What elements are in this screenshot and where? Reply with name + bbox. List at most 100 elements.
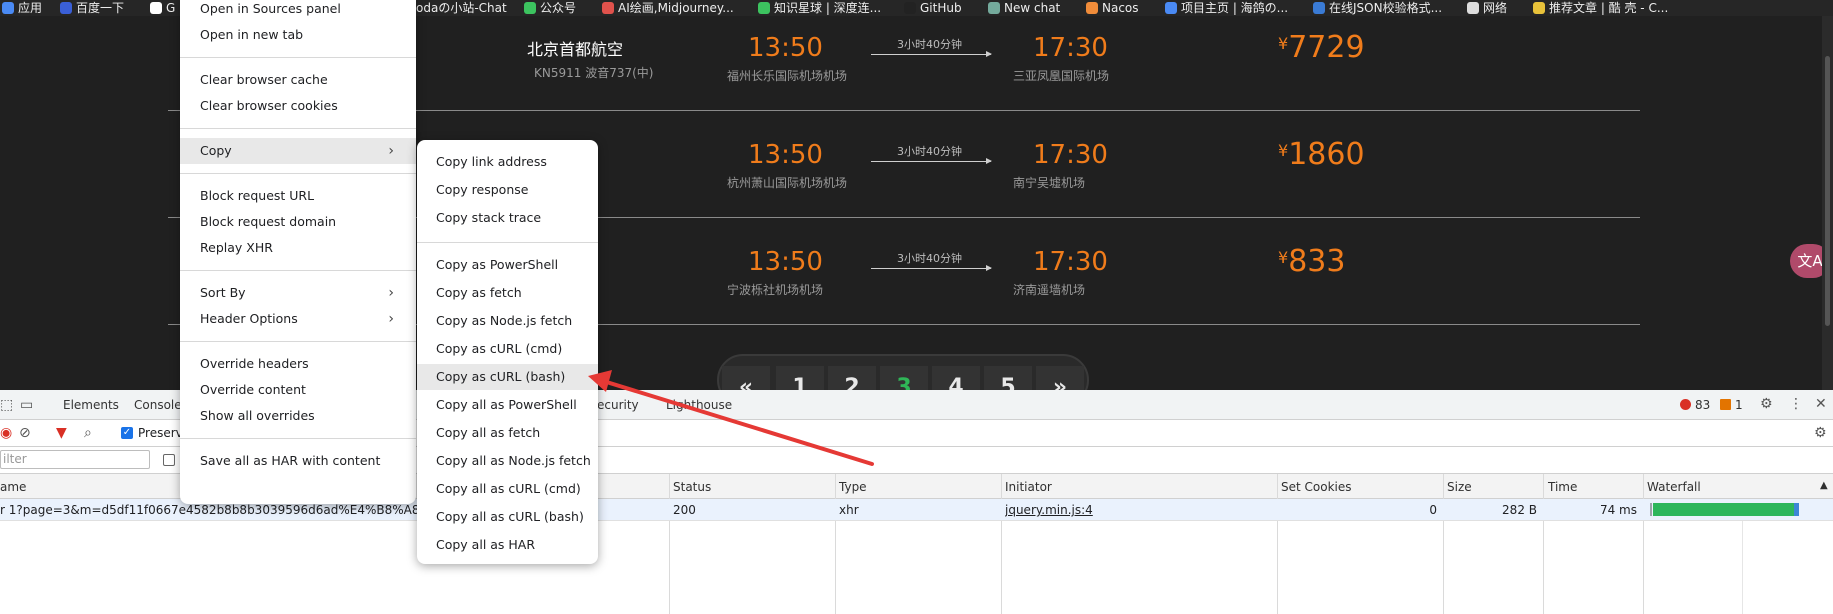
bookmark-item[interactable]: 项目主页 | 海鸽の... — [1165, 0, 1288, 16]
currency-symbol: ¥ — [1278, 34, 1289, 53]
menu-item-copy-response[interactable]: Copy response — [417, 177, 598, 203]
bookmark-item[interactable]: 知识星球 | 深度连... — [758, 0, 881, 16]
bookmark-item[interactable]: 百度一下 — [60, 0, 124, 16]
bookmark-favicon-icon — [1086, 2, 1098, 14]
menu-item-clear-browser-cookies[interactable]: Clear browser cookies — [180, 93, 416, 119]
page-next-button[interactable]: » — [1036, 366, 1084, 390]
bookmark-item[interactable]: 网络 — [1467, 0, 1507, 16]
col-status[interactable]: Status — [673, 480, 711, 494]
menu-item-copy-as-curl-bash[interactable]: Copy as cURL (bash) — [417, 364, 598, 390]
bookmark-label: Nacos — [1102, 1, 1139, 15]
menu-item-open-in-sources-panel[interactable]: Open in Sources panel — [180, 0, 416, 22]
flight-price[interactable]: ¥1860 — [1278, 137, 1365, 172]
menu-item-label: Override headers — [200, 356, 309, 371]
clear-log-icon[interactable]: ⊘ — [19, 426, 31, 440]
search-icon[interactable]: ⌕ — [84, 426, 92, 440]
page-button-4[interactable]: 4 — [932, 366, 980, 390]
currency-symbol: ¥ — [1278, 141, 1289, 160]
page-scrollbar-thumb[interactable] — [1825, 56, 1830, 326]
col-type[interactable]: Type — [839, 480, 867, 494]
menu-item-header-options[interactable]: Header Options › — [180, 306, 416, 332]
page-button-5[interactable]: 5 — [984, 366, 1032, 390]
bookmark-item[interactable]: odaの小站-Chat — [400, 0, 507, 16]
menu-item-copy-all-as-node-js-fetch[interactable]: Copy all as Node.js fetch — [417, 448, 598, 474]
inspect-element-icon[interactable]: ⬚ — [0, 398, 13, 412]
menu-item-override-content[interactable]: Override content — [180, 377, 416, 403]
menu-item-clear-browser-cache[interactable]: Clear browser cache — [180, 67, 416, 93]
menu-item-copy-all-as-curl-cmd[interactable]: Copy all as cURL (cmd) — [417, 476, 598, 502]
currency-symbol: ¥ — [1278, 248, 1289, 267]
menu-item-label: Copy all as cURL (cmd) — [436, 481, 581, 496]
col-set-cookies[interactable]: Set Cookies — [1281, 480, 1352, 494]
menu-item-block-request-url[interactable]: Block request URL — [180, 183, 416, 209]
col-name[interactable]: ame — [0, 480, 26, 494]
flight-price[interactable]: ¥833 — [1278, 244, 1345, 279]
sort-up-icon[interactable]: ▲ — [1820, 480, 1828, 491]
menu-item-copy-all-as-fetch[interactable]: Copy all as fetch — [417, 420, 598, 446]
page-button-2[interactable]: 2 — [828, 366, 876, 390]
bookmark-favicon-icon — [60, 2, 72, 14]
filter-input[interactable]: ilter — [0, 450, 150, 469]
menu-item-save-all-as-har-with-content[interactable]: Save all as HAR with content — [180, 448, 416, 474]
col-waterfall[interactable]: Waterfall — [1647, 480, 1701, 494]
menu-item-copy-as-powershell[interactable]: Copy as PowerShell — [417, 252, 598, 278]
menu-item-copy-all-as-curl-bash[interactable]: Copy all as cURL (bash) — [417, 504, 598, 530]
menu-item-show-all-overrides[interactable]: Show all overrides — [180, 403, 416, 429]
menu-item-override-headers[interactable]: Override headers — [180, 351, 416, 377]
bookmark-label: 知识星球 | 深度连... — [774, 1, 882, 15]
request-initiator-link[interactable]: jquery.min.js:4 — [1005, 503, 1093, 517]
network-settings-icon[interactable]: ⚙ — [1814, 426, 1827, 440]
device-toolbar-icon[interactable]: ▭ — [20, 398, 33, 412]
bookmark-item[interactable]: New chat — [988, 0, 1060, 16]
record-stop-icon[interactable]: ◉ — [0, 426, 12, 440]
preserve-log-checkbox[interactable]: ✓ — [121, 427, 133, 439]
duration-arrow — [871, 158, 992, 164]
close-devtools-icon[interactable]: ✕ — [1815, 397, 1827, 411]
col-time[interactable]: Time — [1548, 480, 1577, 494]
bookmark-item[interactable]: G — [150, 0, 175, 16]
invert-checkbox[interactable] — [163, 454, 175, 466]
menu-item-copy-as-node-js-fetch[interactable]: Copy as Node.js fetch — [417, 308, 598, 334]
menu-item-copy-all-as-har[interactable]: Copy all as HAR — [417, 532, 598, 558]
tab-console[interactable]: Console — [134, 398, 182, 412]
menu-item-replay-xhr[interactable]: Replay XHR — [180, 235, 416, 261]
bookmark-item[interactable]: 在线JSON校验格式... — [1313, 0, 1442, 16]
bookmark-item[interactable]: 应用 — [2, 0, 42, 16]
menu-item-open-in-new-tab[interactable]: Open in new tab — [180, 22, 416, 48]
menu-item-copy-as-curl-cmd[interactable]: Copy as cURL (cmd) — [417, 336, 598, 362]
page-prev-button[interactable]: « — [722, 366, 770, 390]
col-size[interactable]: Size — [1447, 480, 1472, 494]
menu-item-copy-stack-trace[interactable]: Copy stack trace — [417, 205, 598, 231]
menu-item-label: Copy all as cURL (bash) — [436, 509, 584, 524]
menu-item-copy[interactable]: Copy › — [180, 138, 416, 164]
error-count-badge[interactable]: 83 — [1680, 398, 1710, 412]
flight-price[interactable]: ¥7729 — [1278, 30, 1365, 65]
bookmark-item[interactable]: 公众号 — [524, 0, 576, 16]
tab-security[interactable]: ecurity — [597, 398, 639, 412]
menu-item-copy-link-address[interactable]: Copy link address — [417, 149, 598, 175]
flight-duration: 3小时40分钟 — [897, 38, 962, 51]
menu-item-copy-all-as-powershell[interactable]: Copy all as PowerShell — [417, 392, 598, 418]
waterfall-download-bar — [1794, 503, 1799, 516]
bookmark-item[interactable]: 推荐文章 | 酷 壳 - C... — [1533, 0, 1668, 16]
page-button-3[interactable]: 3 — [880, 366, 928, 390]
menu-item-block-request-domain[interactable]: Block request domain — [180, 209, 416, 235]
menu-item-copy-as-fetch[interactable]: Copy as fetch — [417, 280, 598, 306]
bookmark-item[interactable]: Nacos — [1086, 0, 1139, 16]
more-options-icon[interactable]: ⋮ — [1789, 397, 1803, 411]
page-button-1[interactable]: 1 — [776, 366, 824, 390]
arrival-time: 17:30 — [1033, 33, 1108, 63]
col-initiator[interactable]: Initiator — [1005, 480, 1052, 494]
tab-elements[interactable]: Elements — [63, 398, 119, 412]
filter-icon[interactable]: ▼ — [56, 426, 67, 440]
menu-item-sort-by[interactable]: Sort By › — [180, 280, 416, 306]
settings-gear-icon[interactable]: ⚙ — [1760, 397, 1773, 411]
col-divider — [1277, 474, 1278, 614]
page-scrollbar[interactable] — [1822, 16, 1833, 390]
menu-item-label: Header Options — [200, 311, 298, 326]
tab-lighthouse[interactable]: Lighthouse — [666, 398, 732, 412]
bookmark-item[interactable]: AI绘画,Midjourney... — [602, 0, 734, 16]
warning-count-badge[interactable]: 1 — [1720, 398, 1743, 412]
bookmark-item[interactable]: GitHub — [904, 0, 962, 16]
bookmark-label: New chat — [1004, 1, 1061, 15]
